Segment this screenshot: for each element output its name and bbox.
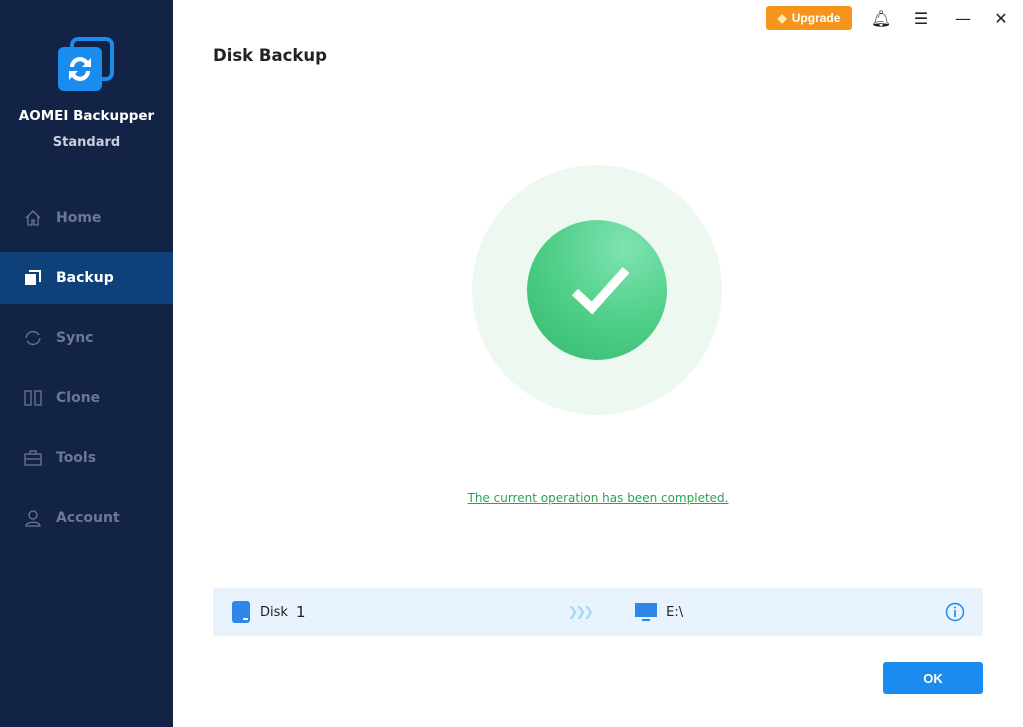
sidebar: AOMEI Backupper Standard Home Backup Syn… bbox=[0, 0, 173, 727]
nav-tools[interactable]: Tools bbox=[0, 432, 173, 484]
source-number: 1 bbox=[295, 603, 306, 621]
home-icon bbox=[25, 210, 41, 226]
upgrade-label: Upgrade bbox=[791, 11, 841, 25]
ok-button[interactable]: OK bbox=[883, 662, 983, 694]
page-title: Disk Backup bbox=[213, 46, 327, 65]
nav-label: Sync bbox=[56, 330, 94, 346]
sync-icon bbox=[25, 330, 41, 346]
nav-label: Home bbox=[56, 210, 102, 226]
nav-label: Backup bbox=[56, 270, 114, 286]
nav-label: Clone bbox=[56, 390, 101, 406]
arrows-icon: ❯❯❯ bbox=[567, 604, 594, 620]
operation-summary: Disk 1 ❯❯❯ E:\ bbox=[213, 588, 983, 636]
info-icon[interactable] bbox=[945, 602, 965, 622]
close-button[interactable]: ✕ bbox=[991, 8, 1011, 28]
menu-icon[interactable]: ☰ bbox=[911, 8, 931, 28]
nav-clone[interactable]: Clone bbox=[0, 372, 173, 424]
app-edition: Standard bbox=[52, 135, 121, 150]
user-icon bbox=[25, 510, 41, 527]
nav-sync[interactable]: Sync bbox=[0, 312, 173, 364]
checkmark-icon bbox=[571, 266, 630, 315]
disk-icon bbox=[232, 601, 250, 623]
bell-icon[interactable]: 🔔︎ bbox=[871, 8, 891, 28]
app-logo-icon bbox=[58, 37, 114, 91]
backup-icon bbox=[25, 270, 41, 285]
upgrade-button[interactable]: ◆ Upgrade bbox=[766, 6, 852, 30]
toolbox-icon bbox=[24, 450, 42, 466]
nav-backup[interactable]: Backup bbox=[0, 252, 173, 304]
nav-home[interactable]: Home bbox=[0, 192, 173, 244]
monitor-icon bbox=[635, 603, 658, 621]
minimize-button[interactable]: — bbox=[953, 8, 973, 28]
success-indicator bbox=[472, 165, 722, 415]
nav-label: Account bbox=[56, 510, 120, 526]
source-label: Disk bbox=[260, 604, 288, 620]
diamond-icon: ◆ bbox=[777, 11, 787, 25]
nav-label: Tools bbox=[56, 450, 97, 466]
status-message-link[interactable]: The current operation has been completed… bbox=[173, 491, 1023, 505]
destination-label: E:\ bbox=[666, 604, 684, 620]
clone-icon bbox=[24, 390, 42, 406]
app-name: AOMEI Backupper bbox=[18, 108, 155, 124]
nav-account[interactable]: Account bbox=[0, 492, 173, 544]
main-panel: ◆ Upgrade 🔔︎ ☰ — ✕ Disk Backup The curre… bbox=[173, 0, 1023, 727]
